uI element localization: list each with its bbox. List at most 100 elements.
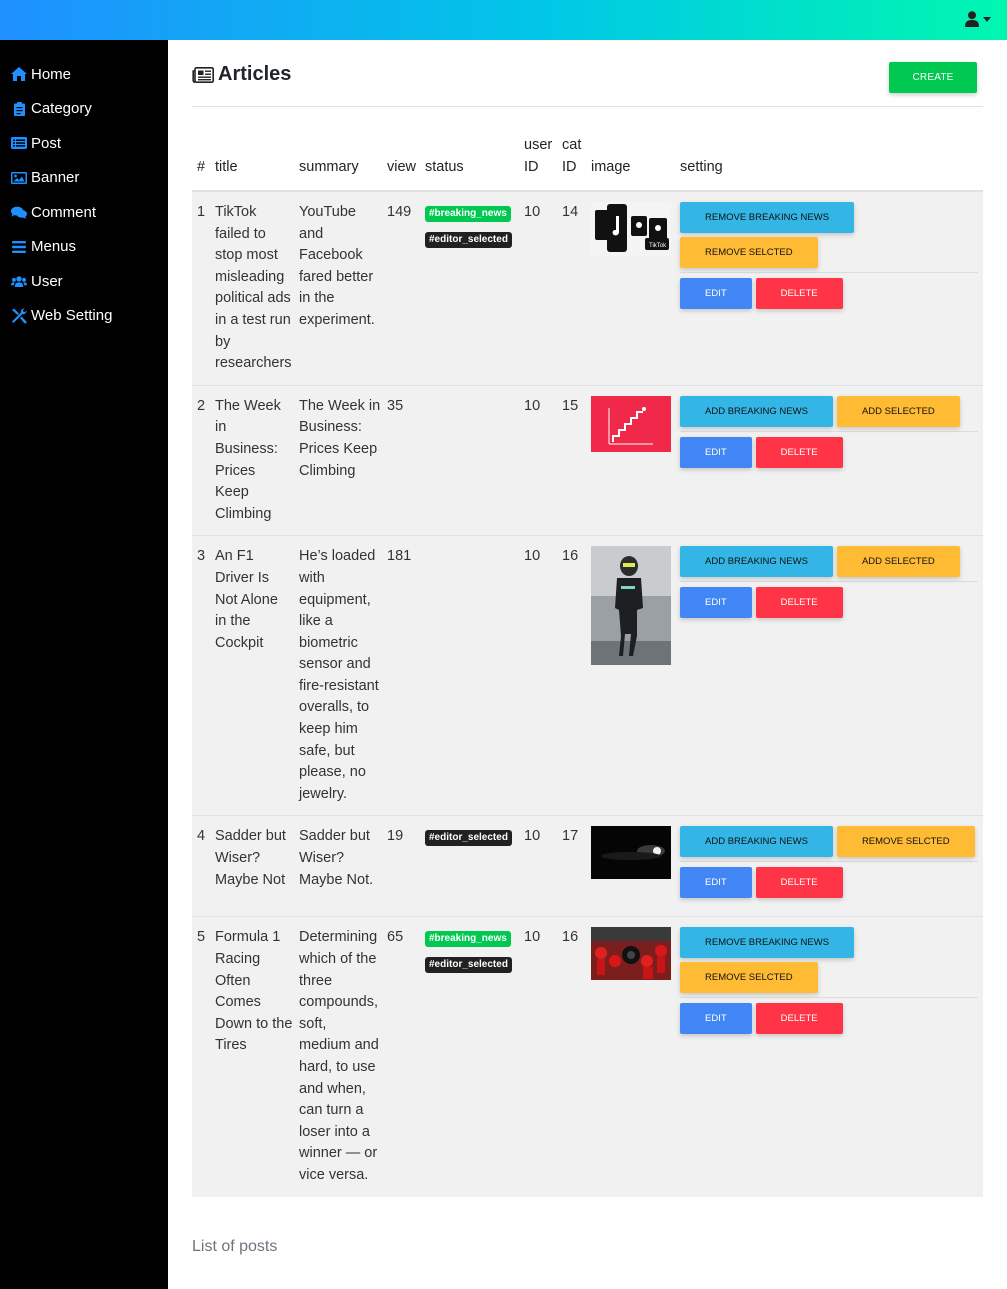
page-title: Articles — [192, 63, 291, 86]
row-user-id: 10 — [524, 535, 562, 816]
sidebar-item-home[interactable]: Home — [0, 57, 168, 92]
sidebar-item-label: Home — [31, 65, 72, 83]
table-row: 4 Sadder but Wiser? Maybe Not Sadder but… — [192, 815, 983, 917]
article-thumbnail — [591, 927, 671, 981]
row-number: 5 — [192, 916, 215, 1197]
row-status: #breaking_news #editor_selected — [425, 190, 524, 386]
add-breaking-news-button[interactable]: ADD BREAKING NEWS — [680, 826, 833, 858]
row-summary: Sadder but Wiser? Maybe Not. — [299, 815, 387, 917]
sidebar-item-web-setting[interactable]: Web Setting — [0, 299, 168, 334]
article-thumbnail — [591, 826, 671, 880]
row-status — [425, 535, 524, 816]
row-status: #breaking_news #editor_selected — [425, 916, 524, 1197]
column-header-image: image — [591, 135, 680, 192]
sidebar-item-post[interactable]: Post — [0, 126, 168, 161]
add-selected-button[interactable]: ADD SELECTED — [836, 546, 960, 578]
user-menu-dropdown[interactable] — [965, 11, 991, 27]
row-settings: ADD BREAKING NEWS ADD SELECTED EDIT DELE… — [680, 535, 983, 816]
page-title-text: Articles — [218, 63, 292, 85]
remove-selected-button[interactable]: REMOVE SELCTED — [680, 962, 818, 994]
clipboard-icon — [11, 101, 27, 117]
add-breaking-news-button[interactable]: ADD BREAKING NEWS — [680, 546, 833, 578]
delete-button[interactable]: DELETE — [755, 1003, 843, 1035]
user-icon — [965, 11, 979, 27]
sidebar-item-banner[interactable]: Banner — [0, 161, 168, 196]
sidebar-item-label: User — [31, 272, 63, 290]
sidebar-item-user[interactable]: User — [0, 264, 168, 299]
table-row: 1 TikTok failed to stop most misleading … — [192, 190, 983, 386]
row-view-count: 65 — [387, 916, 425, 1197]
add-selected-button[interactable]: ADD SELECTED — [836, 395, 960, 427]
sidebar-item-category[interactable]: Category — [0, 92, 168, 127]
row-settings: ADD BREAKING NEWS ADD SELECTED EDIT DELE… — [680, 384, 983, 536]
sidebar-item-label: Web Setting — [31, 307, 113, 325]
list-alt-icon — [11, 135, 27, 151]
remove-selected-button[interactable]: REMOVE SELCTED — [680, 237, 818, 268]
row-user-id: 10 — [524, 916, 562, 1197]
row-number: 4 — [192, 815, 215, 917]
row-image-cell — [591, 384, 680, 536]
table-caption: List of posts — [192, 1238, 278, 1255]
sidebar-item-label: Banner — [31, 169, 80, 187]
table-row: 3 An F1 Driver Is Not Alone in the Cockp… — [192, 535, 983, 816]
sidebar-item-menus[interactable]: Menus — [0, 230, 168, 265]
row-cat-id: 16 — [562, 916, 591, 1197]
row-cat-id: 14 — [562, 190, 591, 386]
sidebar-item-comment[interactable]: Comment — [0, 195, 168, 230]
delete-button[interactable]: DELETE — [755, 867, 843, 899]
column-header-cat-id: cat ID — [562, 135, 591, 192]
create-button[interactable]: CREATE — [889, 62, 977, 93]
row-title: TikTok failed to stop most misleading po… — [215, 190, 299, 386]
table-row: 2 The Week in Business: Prices Keep Clim… — [192, 384, 983, 536]
row-settings: ADD BREAKING NEWS REMOVE SELCTED EDIT DE… — [680, 815, 983, 917]
row-view-count: 149 — [387, 190, 425, 386]
svg-text:TikTok: TikTok — [649, 243, 667, 249]
row-number: 3 — [192, 535, 215, 816]
sidebar-item-label: Post — [31, 134, 62, 152]
delete-button[interactable]: DELETE — [755, 436, 843, 468]
home-icon — [11, 66, 27, 82]
row-summary: The Week in Business: Prices Keep Climbi… — [299, 384, 387, 536]
top-navbar — [0, 0, 1007, 40]
row-user-id: 10 — [524, 384, 562, 536]
row-view-count: 181 — [387, 535, 425, 816]
edit-button[interactable]: EDIT — [680, 278, 752, 309]
remove-breaking-news-button[interactable]: REMOVE BREAKING NEWS — [680, 927, 855, 959]
bars-icon — [11, 239, 27, 255]
row-summary: He’s loaded with equipment, like a biome… — [299, 535, 387, 816]
edit-button[interactable]: EDIT — [680, 867, 752, 899]
delete-button[interactable]: DELETE — [755, 278, 843, 309]
crud-buttons: EDIT DELETE — [680, 586, 978, 622]
article-thumbnail: TikTok — [591, 202, 671, 256]
edit-button[interactable]: EDIT — [680, 436, 752, 468]
column-header-user-id: user ID — [524, 135, 562, 192]
row-user-id: 10 — [524, 190, 562, 386]
feature-buttons: ADD BREAKING NEWS ADD SELECTED — [680, 395, 978, 432]
row-cat-id: 17 — [562, 815, 591, 917]
column-header-view: view — [387, 135, 425, 192]
edit-button[interactable]: EDIT — [680, 587, 752, 619]
editor-selected-badge: #editor_selected — [425, 232, 512, 248]
row-title: Formula 1 Racing Often Comes Down to the… — [215, 916, 299, 1197]
edit-button[interactable]: EDIT — [680, 1003, 752, 1035]
column-header-title: title — [215, 135, 299, 192]
remove-selected-button[interactable]: REMOVE SELCTED — [836, 826, 975, 858]
row-user-id: 10 — [524, 815, 562, 917]
row-summary: Determining which of the three compounds… — [299, 916, 387, 1197]
row-image-cell — [591, 815, 680, 917]
feature-buttons: ADD BREAKING NEWS ADD SELECTED — [680, 546, 978, 583]
row-settings: REMOVE BREAKING NEWS REMOVE SELCTED EDIT… — [680, 190, 983, 386]
row-settings: REMOVE BREAKING NEWS REMOVE SELCTED EDIT… — [680, 916, 983, 1197]
delete-button[interactable]: DELETE — [755, 587, 843, 619]
crud-buttons: EDIT DELETE — [680, 866, 978, 902]
users-icon — [11, 273, 27, 289]
add-breaking-news-button[interactable]: ADD BREAKING NEWS — [680, 395, 833, 427]
editor-selected-badge: #editor_selected — [425, 957, 512, 974]
article-thumbnail — [591, 546, 671, 666]
sidebar-item-label: Menus — [31, 238, 77, 256]
row-status — [425, 384, 524, 536]
remove-breaking-news-button[interactable]: REMOVE BREAKING NEWS — [680, 202, 855, 233]
row-number: 2 — [192, 384, 215, 536]
table-row: 5 Formula 1 Racing Often Comes Down to t… — [192, 916, 983, 1197]
row-view-count: 19 — [387, 815, 425, 917]
